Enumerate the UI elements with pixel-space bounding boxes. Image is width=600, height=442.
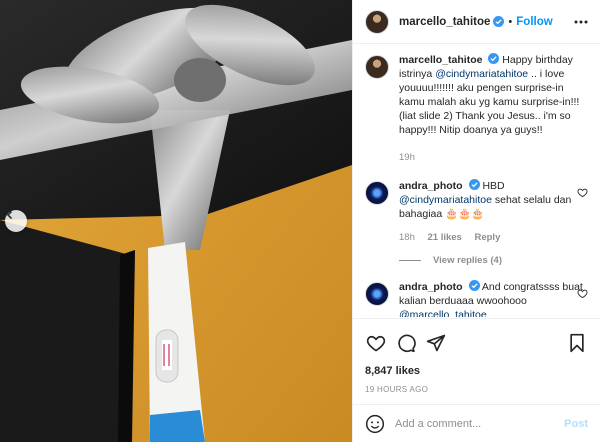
likes-count[interactable]: 8,847 likes <box>365 365 588 377</box>
add-comment-input[interactable] <box>395 417 565 430</box>
posted-time[interactable]: 19 HOURS AGO <box>365 385 588 394</box>
post-comment-button[interactable]: Post <box>564 418 588 430</box>
like-button[interactable] <box>365 332 387 354</box>
separator-dot: • <box>508 15 513 28</box>
commenter-avatar[interactable] <box>365 282 389 306</box>
caption-body: marcello_tahitoe Happy birthday istrinya… <box>399 53 588 165</box>
verified-badge-icon <box>493 16 505 27</box>
post-actions: 8,847 likes 19 HOURS AGO <box>353 318 600 394</box>
instagram-post-view: marcello_tahitoe • Follow marcello_tahit… <box>0 0 600 442</box>
comment-body: andra_photo And congratssss buat kalian … <box>399 280 588 317</box>
comment-text-start: HBD <box>482 180 505 192</box>
comment-username[interactable]: andra_photo <box>399 281 463 293</box>
replies-divider-line <box>399 260 421 261</box>
comment-body: andra_photo HBD @cindymariatahitoe sehat… <box>399 179 588 245</box>
comment-item: andra_photo And congratssss buat kalian … <box>365 280 588 317</box>
share-icon <box>426 334 446 352</box>
comment-item: andra_photo HBD @cindymariatahitoe sehat… <box>365 179 588 245</box>
post-header: marcello_tahitoe • Follow <box>353 0 600 44</box>
more-options-icon <box>574 20 588 23</box>
view-replies-label: View replies (4) <box>433 255 502 266</box>
caption: marcello_tahitoe Happy birthday istrinya… <box>365 53 588 165</box>
caption-mention[interactable]: @cindymariatahitoe <box>435 68 528 80</box>
verified-badge-icon <box>468 179 480 190</box>
comment-icon <box>398 334 416 353</box>
view-replies-button[interactable]: View replies (4) <box>399 255 588 266</box>
more-options-button[interactable] <box>572 13 590 31</box>
add-comment-bar: Post <box>353 404 600 442</box>
caption-time[interactable]: 19h <box>399 152 415 163</box>
commenter-avatar[interactable] <box>365 181 389 205</box>
save-button[interactable] <box>566 332 588 354</box>
caption-username[interactable]: marcello_tahitoe <box>399 54 482 66</box>
post-photo[interactable] <box>0 0 352 442</box>
previous-slide-button[interactable] <box>5 210 27 232</box>
reply-button[interactable]: Reply <box>474 232 500 243</box>
heart-icon <box>366 335 386 352</box>
share-button[interactable] <box>425 332 447 354</box>
comment-mention[interactable]: @cindymariatahitoe <box>399 194 492 206</box>
chevron-left-icon <box>6 210 13 220</box>
author-avatar[interactable] <box>365 9 389 34</box>
author-username[interactable]: marcello_tahitoe <box>399 16 490 28</box>
caption-avatar[interactable] <box>365 55 389 79</box>
follow-button[interactable]: Follow <box>516 16 552 28</box>
emoji-icon[interactable] <box>365 414 385 434</box>
verified-badge-icon <box>488 53 500 64</box>
post-details-panel: marcello_tahitoe • Follow marcello_tahit… <box>352 0 600 442</box>
verified-badge-icon <box>468 280 480 291</box>
comments-list[interactable]: marcello_tahitoe Happy birthday istrinya… <box>353 45 600 317</box>
comment-likes[interactable]: 21 likes <box>428 232 462 243</box>
bookmark-icon <box>570 333 584 353</box>
caption-meta: 19h <box>399 151 588 165</box>
comment-meta: 18h 21 likes Reply <box>399 231 588 245</box>
comment-like-heart-icon[interactable] <box>577 187 588 198</box>
comment-time[interactable]: 18h <box>399 232 415 243</box>
comment-username[interactable]: andra_photo <box>399 180 463 192</box>
action-icons-row <box>365 331 588 355</box>
comment-mention[interactable]: @marcello_tahitoe <box>399 309 487 317</box>
comment-button[interactable] <box>395 332 417 354</box>
comment-like-heart-icon[interactable] <box>577 288 588 299</box>
photo-gift-box-image <box>0 0 352 442</box>
